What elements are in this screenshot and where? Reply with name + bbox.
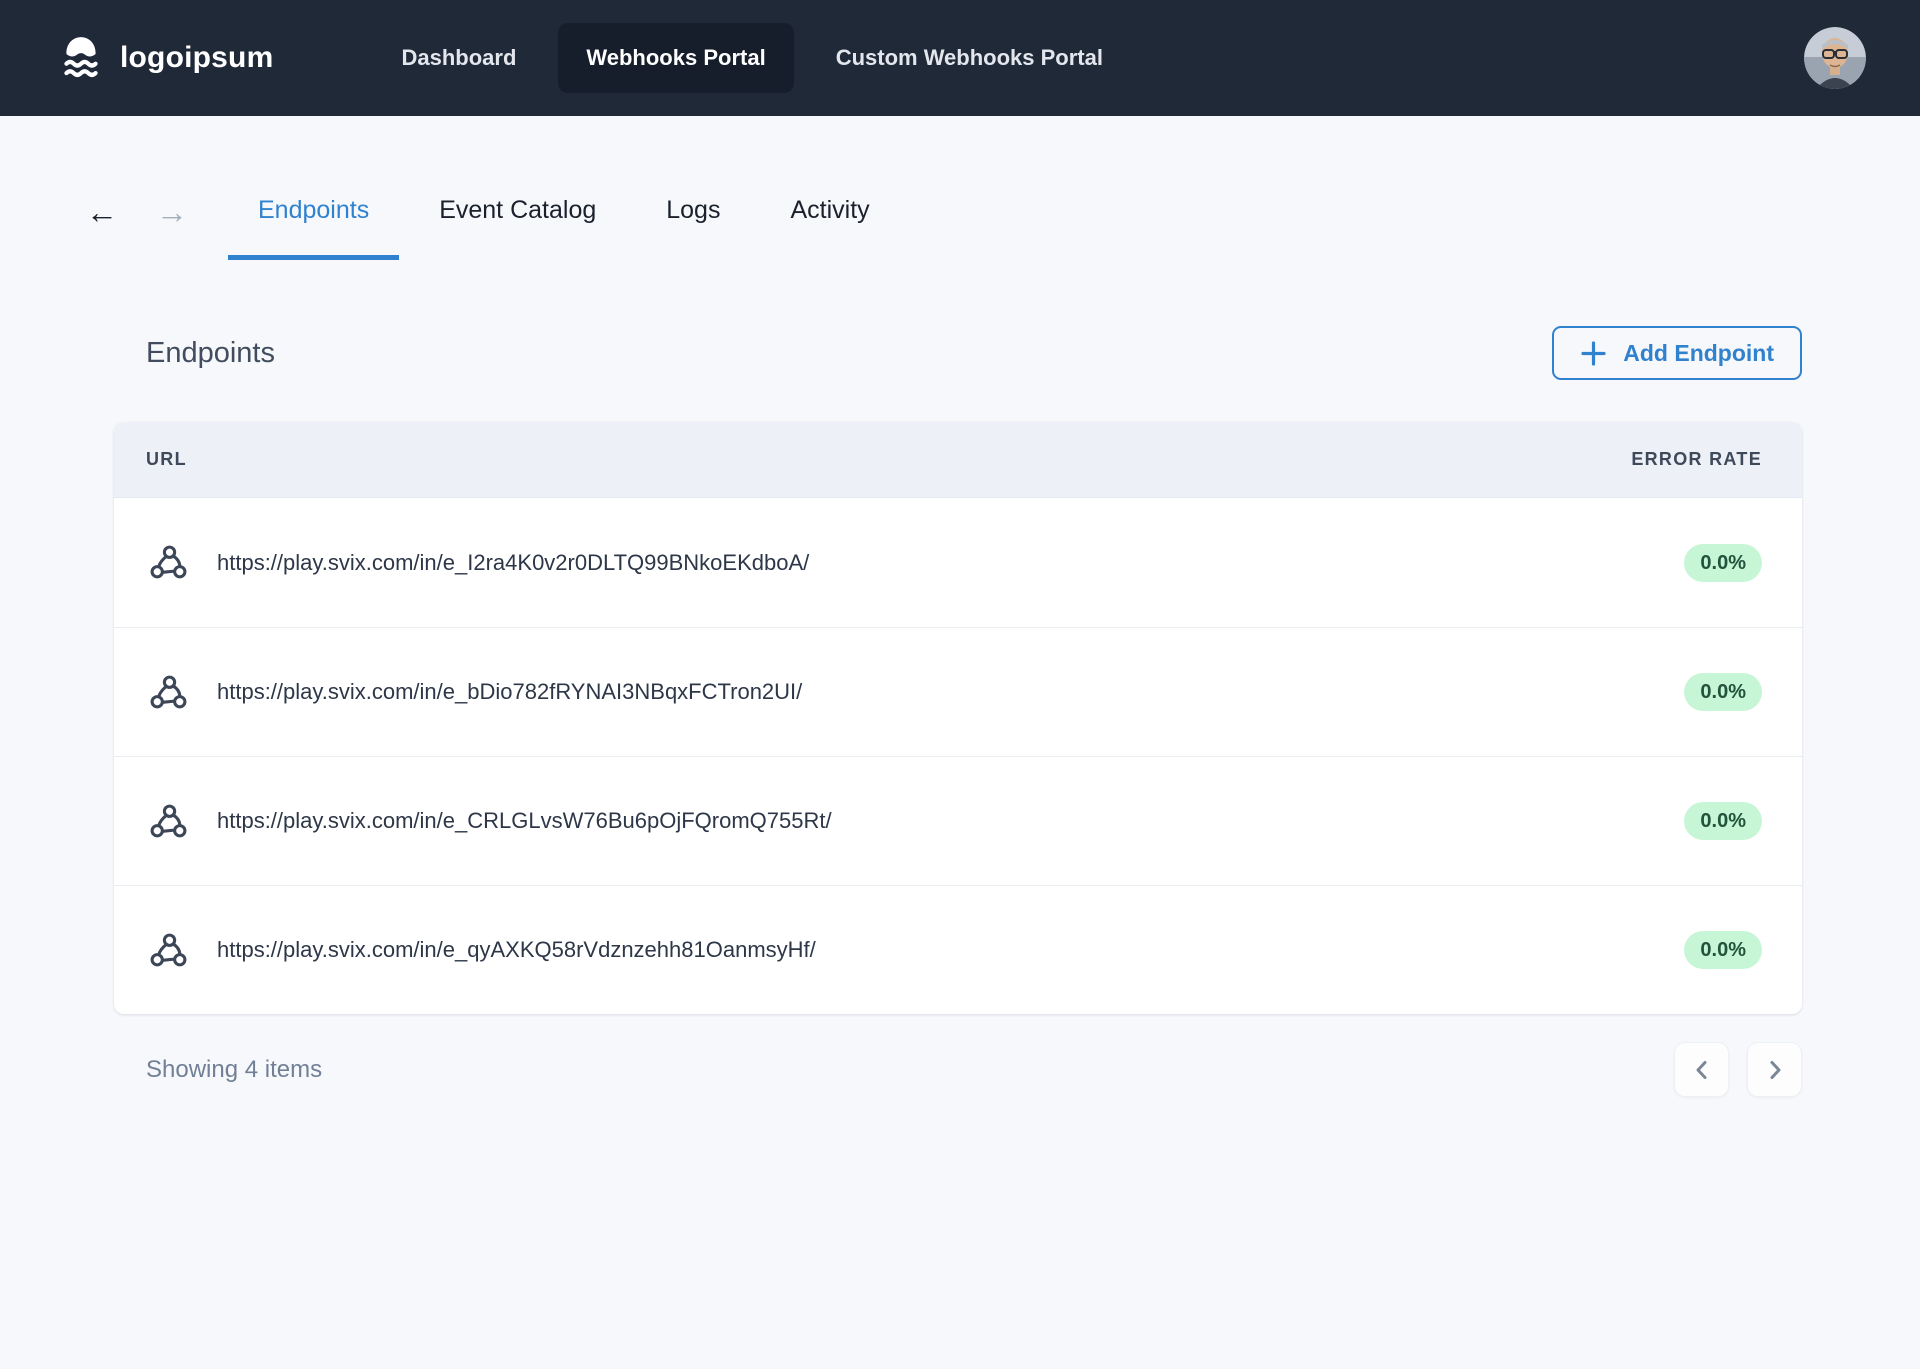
nav-item-webhooks-portal[interactable]: Webhooks Portal xyxy=(558,23,793,93)
chevron-right-icon xyxy=(1764,1059,1786,1081)
endpoint-rows: https://play.svix.com/in/e_I2ra4K0v2r0DL… xyxy=(114,498,1802,1014)
portal-tab-bar: ← → Endpoints Event Catalog Logs Activit… xyxy=(0,116,1920,260)
items-summary: Showing 4 items xyxy=(114,1056,322,1084)
table-row[interactable]: https://play.svix.com/in/e_bDio782fRYNAI… xyxy=(114,627,1802,756)
table-footer: Showing 4 items xyxy=(114,1042,1802,1097)
endpoints-page: Endpoints Add Endpoint URL ERROR RATE xyxy=(0,326,1920,1097)
error-rate-badge: 0.0% xyxy=(1684,931,1762,969)
endpoint-url: https://play.svix.com/in/e_CRLGLvsW76Bu6… xyxy=(217,808,832,834)
table-row[interactable]: https://play.svix.com/in/e_I2ra4K0v2r0DL… xyxy=(114,498,1802,627)
user-avatar[interactable] xyxy=(1804,27,1866,89)
table-header-row: URL ERROR RATE xyxy=(114,422,1802,498)
error-rate-badge: 0.0% xyxy=(1684,544,1762,582)
logo-icon xyxy=(56,33,106,83)
tab-logs[interactable]: Logs xyxy=(636,190,750,260)
nav-item-dashboard[interactable]: Dashboard xyxy=(373,23,544,93)
tab-activity[interactable]: Activity xyxy=(760,190,899,260)
arrow-left-icon: ← xyxy=(86,194,118,230)
endpoint-url: https://play.svix.com/in/e_qyAXKQ58rVdzn… xyxy=(217,937,816,963)
arrow-right-icon: → xyxy=(156,194,188,230)
add-endpoint-label: Add Endpoint xyxy=(1623,340,1774,367)
chevron-left-icon xyxy=(1691,1059,1713,1081)
column-header-error-rate: ERROR RATE xyxy=(1631,449,1762,470)
webhook-icon xyxy=(148,801,189,842)
logo-text: logoipsum xyxy=(120,41,273,75)
endpoint-url: https://play.svix.com/in/e_I2ra4K0v2r0DL… xyxy=(217,550,809,576)
top-header-bar: logoipsum Dashboard Webhooks Portal Cust… xyxy=(0,0,1920,116)
pagination xyxy=(1674,1042,1802,1097)
forward-button[interactable]: → xyxy=(150,190,194,234)
next-page-button[interactable] xyxy=(1747,1042,1802,1097)
webhook-icon xyxy=(148,542,189,583)
webhook-icon xyxy=(148,672,189,713)
error-rate-badge: 0.0% xyxy=(1684,802,1762,840)
nav-item-custom-webhooks-portal[interactable]: Custom Webhooks Portal xyxy=(808,23,1131,93)
tab-event-catalog[interactable]: Event Catalog xyxy=(409,190,626,260)
table-row[interactable]: https://play.svix.com/in/e_qyAXKQ58rVdzn… xyxy=(114,885,1802,1014)
plus-icon xyxy=(1580,340,1607,367)
logo[interactable]: logoipsum xyxy=(56,33,273,83)
column-header-url: URL xyxy=(146,449,187,470)
table-row[interactable]: https://play.svix.com/in/e_CRLGLvsW76Bu6… xyxy=(114,756,1802,885)
back-button[interactable]: ← xyxy=(80,190,124,234)
webhook-icon xyxy=(148,930,189,971)
endpoints-table: URL ERROR RATE https://play.svix.com/in/… xyxy=(114,422,1802,1014)
prev-page-button[interactable] xyxy=(1674,1042,1729,1097)
page-title: Endpoints xyxy=(114,337,275,370)
tabs: Endpoints Event Catalog Logs Activity xyxy=(228,190,910,260)
endpoint-url: https://play.svix.com/in/e_bDio782fRYNAI… xyxy=(217,679,802,705)
tab-endpoints[interactable]: Endpoints xyxy=(228,190,399,260)
error-rate-badge: 0.0% xyxy=(1684,673,1762,711)
top-navigation: Dashboard Webhooks Portal Custom Webhook… xyxy=(373,23,1131,93)
add-endpoint-button[interactable]: Add Endpoint xyxy=(1552,326,1802,380)
